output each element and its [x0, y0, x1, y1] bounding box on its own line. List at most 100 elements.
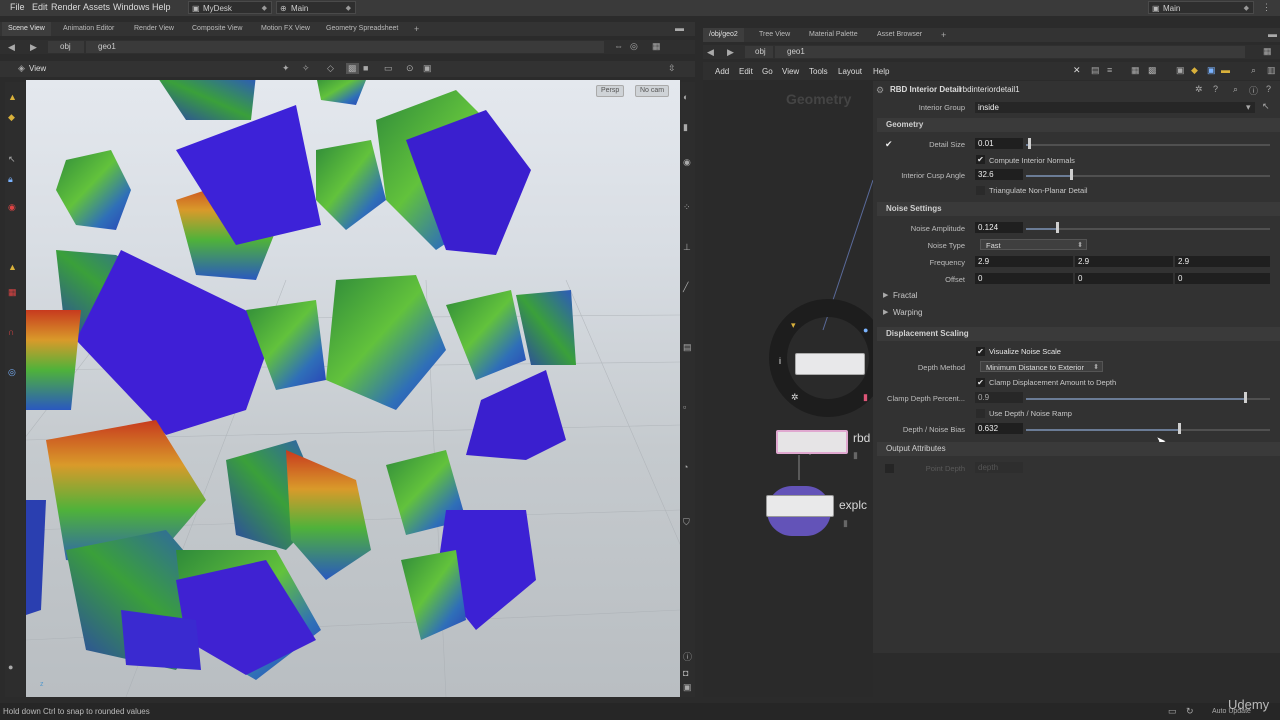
- menu-render[interactable]: Render: [51, 2, 81, 12]
- pose-icon[interactable]: ↖: [8, 154, 16, 165]
- camera-menu[interactable]: No cam: [635, 85, 670, 97]
- view-menu-icon[interactable]: ◈: [18, 63, 25, 74]
- normals-icon[interactable]: ⊥: [683, 242, 691, 253]
- tab-tree-view[interactable]: Tree View: [753, 28, 796, 42]
- add-tab-icon[interactable]: +: [941, 30, 946, 40]
- handle-icon[interactable]: ▲: [8, 262, 17, 272]
- path-obj[interactable]: obj: [745, 46, 773, 58]
- display-icon[interactable]: ■: [363, 63, 368, 73]
- shield-icon[interactable]: ⛉: [683, 517, 690, 528]
- tab-network[interactable]: /obj/geo2: [703, 28, 744, 42]
- back-icon[interactable]: ◀: [707, 47, 714, 58]
- warping-folder[interactable]: ▶ Warping: [877, 306, 1280, 320]
- menu-help[interactable]: Help: [873, 67, 889, 76]
- visibility-icon[interactable]: ◉: [683, 157, 691, 168]
- menu-tools[interactable]: Tools: [809, 67, 828, 76]
- main-selector[interactable]: ▣ Main ◆: [1148, 1, 1254, 14]
- camera-icon[interactable]: ⊙: [406, 63, 414, 74]
- node-info-icon[interactable]: i: [779, 356, 781, 366]
- clamp-percent-slider[interactable]: [1026, 398, 1270, 400]
- menu-edit[interactable]: Edit: [32, 2, 48, 12]
- noise-amplitude-field[interactable]: 0.124: [975, 222, 1023, 233]
- layout-icon[interactable]: ▦: [1263, 46, 1272, 57]
- display-flag-icon[interactable]: ●: [863, 325, 868, 335]
- snapshot-view-icon[interactable]: ▣: [683, 682, 692, 693]
- desktop-selector[interactable]: ▣ MyDesk ◆: [188, 1, 272, 14]
- bypass-icon[interactable]: ▾: [791, 320, 796, 331]
- menu-windows[interactable]: Windows: [113, 2, 150, 12]
- magnet-icon[interactable]: ∩: [8, 327, 14, 337]
- menu-layout[interactable]: Layout: [838, 67, 862, 76]
- chevron-down-icon[interactable]: ▾: [1246, 102, 1251, 113]
- gear-icon[interactable]: ✲: [1195, 84, 1203, 95]
- layout-icon[interactable]: ▦: [652, 41, 661, 52]
- select-icon[interactable]: ▲: [8, 92, 17, 102]
- depth-method-dropdown[interactable]: Minimum Distance to Exterior ⬍: [980, 361, 1103, 372]
- offset-y-field[interactable]: 0: [1075, 273, 1173, 284]
- interior-group-field[interactable]: inside: [975, 102, 1255, 113]
- smooth-shaded-icon[interactable]: ▩: [346, 63, 359, 74]
- shading-icon[interactable]: ✧: [302, 63, 310, 74]
- help-icon[interactable]: ?: [1266, 84, 1271, 94]
- tab-render-view[interactable]: Render View: [128, 22, 180, 36]
- tab-scene-view[interactable]: Scene View: [2, 22, 51, 36]
- flag-icon[interactable]: ▣: [1207, 65, 1216, 76]
- pin-icon[interactable]: ⇔: [614, 41, 623, 51]
- palette-icon[interactable]: ◆: [1191, 65, 1198, 76]
- menu-add[interactable]: Add: [715, 67, 729, 76]
- frequency-x-field[interactable]: 2.9: [975, 256, 1073, 267]
- forward-icon[interactable]: ▶: [727, 47, 734, 58]
- layout-toggle-icon[interactable]: ▥: [1267, 65, 1276, 76]
- sel-icon[interactable]: ◔: [683, 462, 688, 472]
- noise-type-dropdown[interactable]: Fast ⬍: [980, 239, 1087, 250]
- explode-node[interactable]: [766, 495, 834, 517]
- node-gear-icon[interactable]: ✲: [791, 392, 799, 403]
- bias-slider[interactable]: [1026, 429, 1270, 431]
- sort-icon[interactable]: ≡: [1107, 65, 1112, 75]
- info-icon[interactable]: ⓘ: [683, 650, 692, 663]
- orient-icon[interactable]: ◎: [8, 367, 16, 378]
- image-icon[interactable]: ▩: [1148, 65, 1157, 76]
- offset-z-field[interactable]: 0: [1175, 273, 1270, 284]
- light-icon[interactable]: ✦: [282, 63, 290, 74]
- detail-size-slider[interactable]: [1026, 144, 1270, 146]
- tools-icon[interactable]: ✕: [1073, 65, 1081, 76]
- forward-icon[interactable]: ▶: [30, 42, 37, 53]
- bottom-tool-icon[interactable]: ●: [8, 662, 13, 672]
- frequency-y-field[interactable]: 2.9: [1075, 256, 1173, 267]
- snap-grid-icon[interactable]: ▦: [8, 287, 17, 298]
- menu-edit[interactable]: Edit: [739, 67, 753, 76]
- noise-amplitude-handle[interactable]: [1056, 222, 1059, 233]
- menu-go[interactable]: Go: [762, 67, 773, 76]
- snapshot-icon[interactable]: ▣: [423, 63, 432, 74]
- menu-file[interactable]: File: [10, 2, 25, 12]
- viewport-options-icon[interactable]: ⇳: [668, 63, 676, 74]
- bias-handle[interactable]: [1178, 423, 1181, 434]
- persp-menu[interactable]: Persp: [596, 85, 625, 97]
- tab-animation-editor[interactable]: Animation Editor: [57, 22, 120, 36]
- link-icon[interactable]: ◎: [630, 41, 638, 52]
- ramp-checkbox[interactable]: [976, 409, 985, 418]
- clamp-checkbox[interactable]: ✔: [976, 378, 985, 387]
- add-tab-icon[interactable]: +: [414, 24, 419, 34]
- cusp-angle-handle[interactable]: [1070, 169, 1073, 180]
- refresh-icon[interactable]: ↻: [1186, 706, 1194, 717]
- chat-icon[interactable]: ▭: [1168, 706, 1177, 717]
- path-obj[interactable]: obj: [48, 41, 84, 53]
- detail-size-handle[interactable]: [1028, 138, 1031, 149]
- points-icon[interactable]: ⁘: [683, 202, 691, 213]
- compute-normals-checkbox[interactable]: ✔: [976, 155, 985, 164]
- back-icon[interactable]: ◀: [8, 42, 15, 53]
- select-arrow-icon[interactable]: ↖: [1262, 101, 1270, 112]
- primitive-icon[interactable]: ▫: [683, 402, 686, 412]
- wire-icon[interactable]: ◇: [327, 63, 334, 74]
- menu-assets[interactable]: Assets: [83, 2, 110, 12]
- offset-x-field[interactable]: 0: [975, 273, 1073, 284]
- interior-detail-node[interactable]: [795, 353, 865, 375]
- bias-field[interactable]: 0.632: [975, 423, 1023, 434]
- menu-help[interactable]: Help: [152, 2, 171, 12]
- uv-icon[interactable]: ▤: [683, 342, 692, 353]
- menu-view[interactable]: View: [782, 67, 799, 76]
- network-editor[interactable]: Geometry ▾ i ✲ ● ▮ rbd explc ▮ ▮: [703, 80, 873, 697]
- cusp-angle-slider[interactable]: [1026, 175, 1270, 177]
